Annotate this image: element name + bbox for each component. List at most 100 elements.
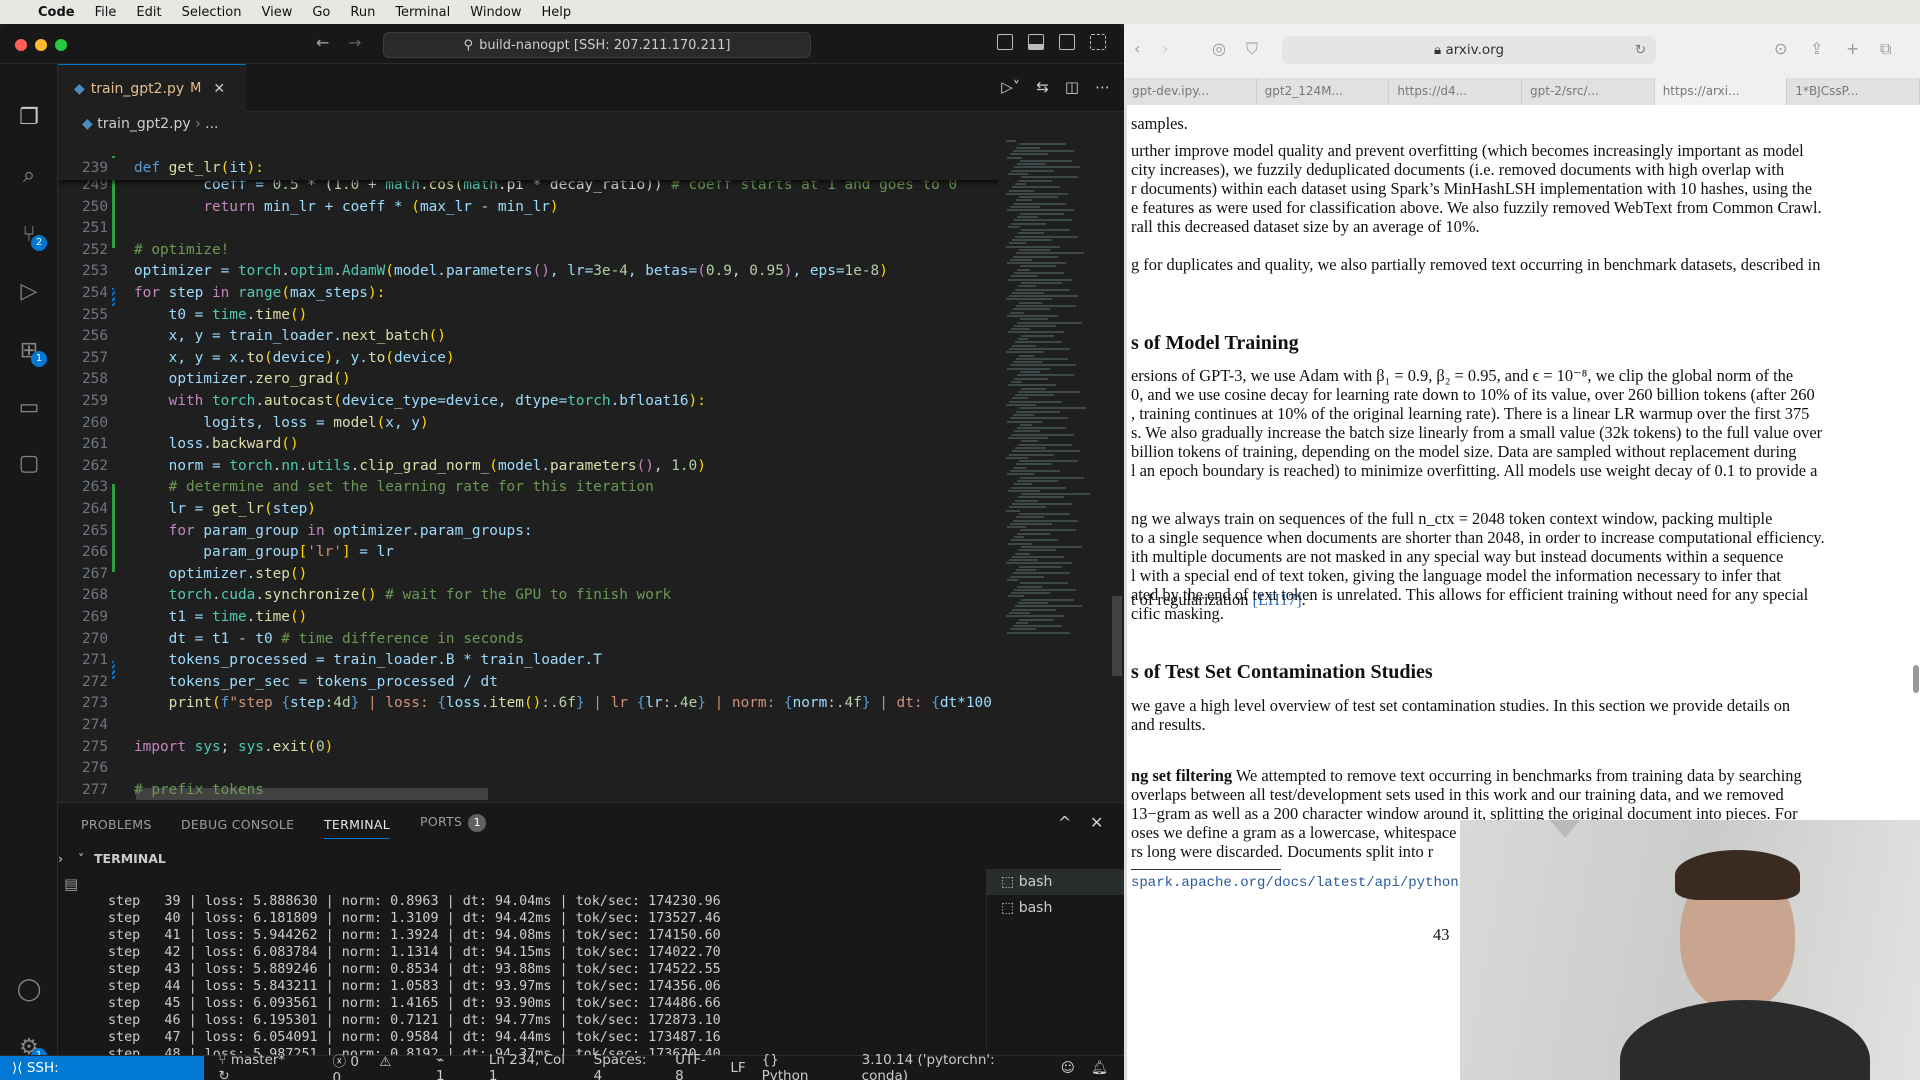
code-line[interactable]: 272 tokens_per_sec = tokens_processed / … bbox=[58, 672, 998, 694]
terminal-section-header[interactable]: › ˅ TERMINAL bbox=[58, 847, 986, 871]
back-arrow-icon[interactable]: ← bbox=[316, 33, 329, 52]
menu-view[interactable]: View bbox=[261, 5, 292, 20]
run-python-icon[interactable]: ▷˅ bbox=[1001, 78, 1020, 96]
tab-terminal[interactable]: TERMINAL bbox=[324, 817, 390, 839]
minimize-window-button[interactable] bbox=[35, 39, 47, 51]
source-control-icon[interactable]: ⑂ 2 bbox=[15, 221, 47, 251]
code-line[interactable]: 277 # prefix tokens bbox=[58, 780, 998, 802]
editor-vertical-scrollbar[interactable] bbox=[1110, 136, 1124, 802]
code-line[interactable]: 261 loss.backward() bbox=[58, 434, 998, 456]
page-scrollbar[interactable] bbox=[1913, 665, 1919, 693]
cursor-position[interactable]: Ln 234, Col 1 bbox=[489, 1052, 578, 1080]
reload-icon[interactable]: ↻ bbox=[1635, 36, 1646, 64]
breadcrumb-symbol[interactable]: ... bbox=[205, 116, 218, 132]
browser-tab[interactable]: gpt2_124M... bbox=[1257, 78, 1390, 105]
code-line[interactable]: 267 optimizer.step() bbox=[58, 564, 998, 586]
menu-edit[interactable]: Edit bbox=[136, 5, 161, 20]
toggle-sidebar-icon[interactable] bbox=[997, 34, 1013, 50]
chat-icon[interactable]: ▢ bbox=[15, 450, 43, 478]
end-of-line[interactable]: LF bbox=[730, 1060, 745, 1076]
browser-tab[interactable]: https://d4... bbox=[1389, 78, 1523, 105]
open-changes-icon[interactable]: ⇆ bbox=[1036, 78, 1049, 96]
remote-indicator[interactable]: ⟩⟨ SSH: 207.211.170.211 bbox=[0, 1055, 205, 1080]
chevron-down-icon[interactable]: ˅ bbox=[78, 847, 84, 871]
code-editor[interactable]: 249 coeff = 0.5 * (1.0 + math.cos(math.p… bbox=[58, 136, 998, 802]
code-line[interactable]: 255 t0 = time.time() bbox=[58, 305, 998, 327]
code-line[interactable]: 271 tokens_processed = train_loader.B * … bbox=[58, 650, 998, 672]
downloads-icon[interactable]: ⊙ bbox=[1774, 39, 1787, 58]
terminal-item-bash[interactable]: ⬚ bash bbox=[987, 895, 1124, 921]
breadcrumb-file[interactable]: train_gpt2.py bbox=[97, 116, 190, 132]
run-debug-icon[interactable]: ▷ bbox=[15, 278, 43, 306]
browser-tab-active[interactable]: https://arxi... bbox=[1654, 78, 1788, 105]
tab-train-gpt2[interactable]: ◆ train_gpt2.py M ✕ bbox=[58, 64, 246, 112]
code-line[interactable]: 250 return min_lr + coeff * (max_lr - mi… bbox=[58, 197, 998, 219]
tab-overview-icon[interactable]: ⧉ bbox=[1880, 39, 1891, 59]
menu-help[interactable]: Help bbox=[542, 5, 572, 20]
code-line[interactable]: 274 bbox=[58, 715, 998, 737]
scrollbar-thumb[interactable] bbox=[1112, 596, 1122, 676]
extensions-icon[interactable]: ⊞ 1 bbox=[15, 337, 47, 367]
share-icon[interactable]: ⇪ bbox=[1810, 39, 1823, 58]
code-line[interactable]: 253 optimizer = torch.optim.AdamW(model.p… bbox=[58, 261, 998, 283]
terminal-list-icon[interactable]: ▤ bbox=[64, 875, 78, 893]
minimap[interactable] bbox=[998, 136, 1110, 802]
code-line[interactable]: 254 for step in range(max_steps): bbox=[58, 283, 998, 305]
notifications-bell-icon[interactable]: 🔔︎ bbox=[1091, 1060, 1108, 1076]
branch-status[interactable]: ⑂ master* ↻ bbox=[218, 1052, 316, 1080]
menu-go[interactable]: Go bbox=[312, 5, 330, 20]
python-interpreter[interactable]: 3.10.14 ('pytorchn': conda) bbox=[862, 1052, 1045, 1080]
indentation[interactable]: Spaces: 4 bbox=[594, 1052, 659, 1080]
copilot-icon[interactable]: ☺ bbox=[1061, 1060, 1075, 1076]
tab-ports[interactable]: PORTS 1 bbox=[420, 814, 487, 832]
code-line[interactable]: 269 t1 = time.time() bbox=[58, 607, 998, 629]
accounts-icon[interactable]: ◯ bbox=[15, 976, 43, 1004]
tab-debug-console[interactable]: DEBUG CONSOLE bbox=[181, 817, 294, 832]
menu-terminal[interactable]: Terminal bbox=[395, 5, 450, 20]
code-line[interactable]: 260 logits, loss = model(x, y) bbox=[58, 413, 998, 435]
address-bar[interactable]: 🔒︎ arxiv.org ↻ bbox=[1282, 36, 1656, 64]
search-icon[interactable]: ⌕ bbox=[15, 162, 43, 190]
code-line[interactable]: 251 bbox=[58, 218, 998, 240]
language-mode[interactable]: {} Python bbox=[762, 1052, 846, 1080]
toggle-panel-icon[interactable] bbox=[1028, 34, 1044, 50]
close-panel-icon[interactable]: ✕ bbox=[1090, 813, 1103, 832]
new-tab-icon[interactable]: + bbox=[1846, 39, 1859, 58]
customize-layout-icon[interactable] bbox=[1090, 34, 1106, 50]
split-editor-icon[interactable]: ◫ bbox=[1065, 78, 1079, 96]
shield-icon[interactable]: ⛉ bbox=[1246, 39, 1258, 59]
code-line[interactable]: 266 param_group['lr'] = lr bbox=[58, 542, 998, 564]
footnote-link[interactable]: spark.apache.org/docs/latest/api/python/ bbox=[1131, 874, 1467, 893]
encoding[interactable]: UTF-8 bbox=[675, 1052, 714, 1080]
back-icon[interactable]: ‹ bbox=[1134, 39, 1140, 58]
menu-app[interactable]: Code bbox=[38, 5, 75, 20]
code-line[interactable]: 264 lr = get_lr(step) bbox=[58, 499, 998, 521]
code-line[interactable]: 273 print(f"step {step:4d} | loss: {loss… bbox=[58, 693, 998, 715]
explorer-icon[interactable]: ❐ bbox=[15, 104, 43, 132]
more-actions-icon[interactable]: ⋯ bbox=[1095, 78, 1110, 96]
code-line[interactable]: 252 # optimize! bbox=[58, 240, 998, 262]
code-line[interactable]: 256 x, y = train_loader.next_batch() bbox=[58, 326, 998, 348]
code-line[interactable]: 262 norm = torch.nn.utils.clip_grad_norm… bbox=[58, 456, 998, 478]
menu-window[interactable]: Window bbox=[470, 5, 521, 20]
browser-tab[interactable]: gpt-2/src/... bbox=[1522, 78, 1655, 105]
code-line[interactable]: 263 # determine and set the learning rat… bbox=[58, 477, 998, 499]
problems-status[interactable]: ⓧ 0 ⚠ 0 bbox=[333, 1050, 420, 1080]
tab-problems[interactable]: PROBLEMS bbox=[81, 817, 152, 832]
code-line[interactable]: 258 optimizer.zero_grad() bbox=[58, 369, 998, 391]
command-center[interactable]: ⚲ build-nanogpt [SSH: 207.211.170.211] bbox=[383, 32, 811, 58]
code-line[interactable]: 268 torch.cuda.synchronize() # wait for … bbox=[58, 585, 998, 607]
close-window-button[interactable] bbox=[15, 39, 27, 51]
menu-file[interactable]: File bbox=[95, 5, 117, 20]
zoom-window-button[interactable] bbox=[55, 39, 67, 51]
browser-tab[interactable]: gpt-dev.ipy... bbox=[1124, 78, 1257, 105]
browser-tab[interactable]: 1*BJCssP... bbox=[1787, 78, 1920, 105]
menu-run[interactable]: Run bbox=[350, 5, 375, 20]
ports-status[interactable]: ⌁ 1 bbox=[436, 1052, 473, 1080]
close-tab-icon[interactable]: ✕ bbox=[213, 81, 225, 97]
code-line[interactable]: 276 bbox=[58, 758, 998, 780]
toggle-secondary-sidebar-icon[interactable] bbox=[1059, 34, 1075, 50]
code-line[interactable]: 270 dt = t1 - t0 # time difference in se… bbox=[58, 629, 998, 651]
maximize-panel-icon[interactable]: ^ bbox=[1058, 813, 1071, 832]
remote-explorer-icon[interactable]: ▭ bbox=[15, 394, 43, 422]
